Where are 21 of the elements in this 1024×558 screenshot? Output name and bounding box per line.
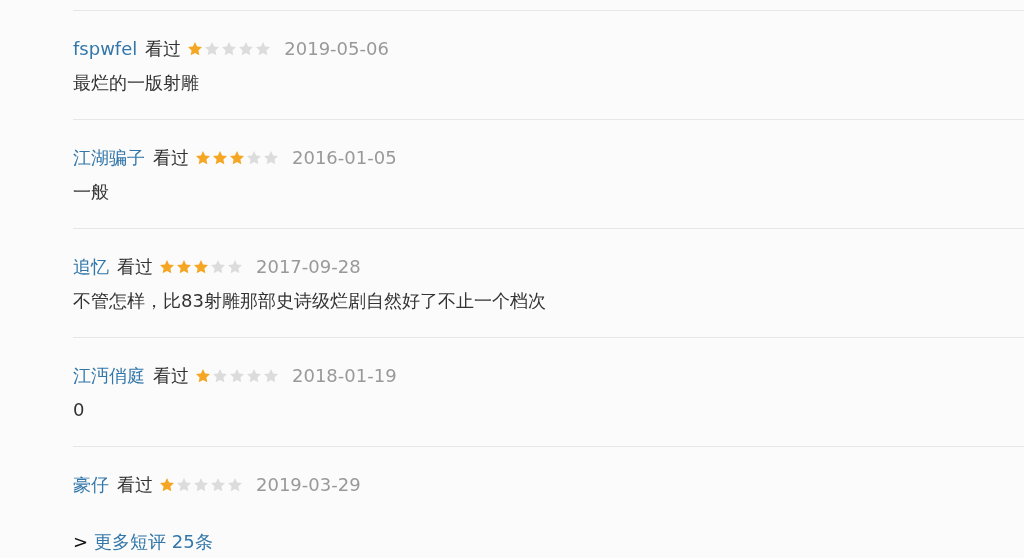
review-comment: 最烂的一版射雕 [73, 72, 199, 93]
user-link[interactable]: 江沔俏庭 [73, 364, 145, 388]
more-reviews-link[interactable]: 更多短评 25条 [94, 530, 213, 554]
watched-label: 看过 [117, 255, 153, 279]
user-link[interactable]: fspwfel [73, 37, 138, 61]
user-link[interactable]: 豪仔 [73, 473, 109, 497]
review-comment: 0 [73, 399, 85, 420]
watched-label: 看过 [117, 473, 153, 497]
chevron-text: > [73, 530, 89, 554]
review-date: 2017-09-28 [256, 255, 361, 279]
watched-label: 看过 [153, 146, 189, 170]
review-date: 2019-05-06 [284, 37, 389, 61]
review-comment: 不管怎样，比83射雕那部史诗级烂剧自然好了不止一个档次 [73, 290, 546, 311]
review-date: 2016-01-05 [292, 146, 397, 170]
review-date: 2019-03-29 [256, 473, 361, 497]
review-comment: 一般 [73, 181, 109, 202]
user-link[interactable]: 江湖骗子 [73, 146, 145, 170]
watched-label: 看过 [153, 364, 189, 388]
review-date: 2018-01-19 [292, 364, 397, 388]
watched-label: 看过 [145, 37, 182, 61]
user-link[interactable]: 追忆 [73, 255, 109, 279]
